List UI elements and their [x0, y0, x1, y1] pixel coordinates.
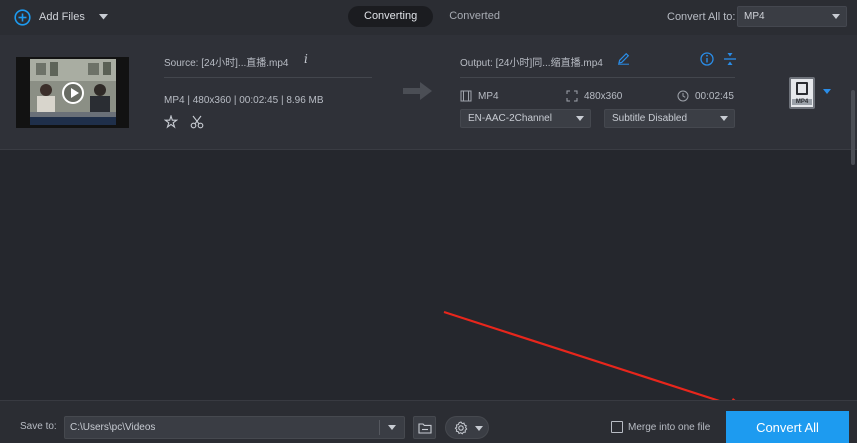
dropdown-arrow-icon [832, 14, 840, 19]
output-duration-info: 00:02:45 [677, 89, 734, 103]
tab-converted[interactable]: Converted [433, 6, 516, 27]
divider [379, 420, 380, 435]
chevron-down-icon[interactable] [98, 14, 108, 20]
dropdown-arrow-icon [576, 116, 584, 121]
merge-option[interactable]: Merge into one file [611, 420, 710, 434]
output-info-icon[interactable] [700, 52, 714, 66]
save-to-label: Save to: [20, 421, 57, 432]
source-file-name: Source: [24小时]...直播.mp4 [164, 58, 289, 69]
add-files-label: Add Files [39, 11, 85, 23]
save-path-value: C:\Users\pc\Videos [70, 422, 156, 433]
compress-icon[interactable] [723, 52, 737, 66]
film-icon [796, 82, 808, 95]
format-badge: MP4 [792, 99, 812, 105]
resize-icon [566, 90, 578, 102]
bottom-toolbar: Save to: C:\Users\pc\Videos Merge into o… [0, 400, 857, 443]
settings-button[interactable] [445, 416, 489, 439]
dropdown-arrow-icon [720, 116, 728, 121]
output-resolution-value: 480x360 [584, 90, 623, 102]
plus-circle-icon [14, 8, 31, 26]
convert-all-button[interactable]: Convert All [726, 411, 849, 443]
divider [164, 77, 372, 78]
audio-track-select[interactable]: EN-AAC-2Channel [460, 109, 591, 128]
conversion-tabs: Converting Converted [348, 6, 516, 27]
top-toolbar: Add Files Converting Converted Convert A… [0, 0, 857, 35]
info-icon[interactable]: i [304, 52, 308, 66]
audio-track-value: EN-AAC-2Channel [468, 113, 552, 124]
save-path-select[interactable]: C:\Users\pc\Videos [64, 416, 405, 439]
convert-all-format-select[interactable]: MP4 [737, 6, 847, 27]
source-edit-tools [164, 115, 204, 129]
enhance-magic-icon[interactable] [164, 115, 178, 129]
film-icon [460, 90, 472, 102]
subtitle-value: Subtitle Disabled [612, 113, 688, 124]
output-format-value: MP4 [478, 90, 499, 102]
arrow-right-icon [403, 82, 432, 100]
output-format-info: MP4 [460, 89, 499, 103]
divider [460, 77, 735, 78]
clock-icon [677, 90, 689, 102]
source-file-meta: MP4 | 480x360 | 00:02:45 | 8.96 MB [164, 95, 324, 106]
video-thumbnail[interactable] [16, 57, 129, 128]
play-icon[interactable] [62, 82, 84, 104]
output-file-name: Output: [24小时]同...缩直播.mp4 [460, 58, 603, 69]
tab-converting[interactable]: Converting [348, 6, 434, 27]
add-files-button[interactable]: Add Files [14, 7, 108, 27]
edit-pencil-icon[interactable] [617, 52, 630, 65]
merge-checkbox[interactable] [611, 421, 623, 433]
merge-label: Merge into one file [628, 421, 711, 433]
convert-all-format-value: MP4 [744, 11, 765, 22]
dropdown-arrow-icon [475, 426, 483, 431]
scrollbar[interactable] [851, 90, 855, 165]
output-resolution-info: 480x360 [566, 89, 622, 103]
chevron-down-icon[interactable] [823, 89, 831, 94]
gear-icon [454, 421, 468, 435]
dropdown-arrow-icon [388, 425, 396, 430]
scissors-icon[interactable] [190, 115, 204, 129]
open-folder-button[interactable] [413, 416, 436, 439]
file-list-item: Source: [24小时]...直播.mp4 i MP4 | 480x360 … [0, 35, 857, 165]
subtitle-select[interactable]: Subtitle Disabled [604, 109, 735, 128]
output-format-button[interactable]: MP4 [789, 77, 815, 109]
folder-icon [418, 423, 432, 434]
output-duration-value: 00:02:45 [695, 90, 734, 102]
convert-all-to-label: Convert All to: [667, 11, 736, 23]
